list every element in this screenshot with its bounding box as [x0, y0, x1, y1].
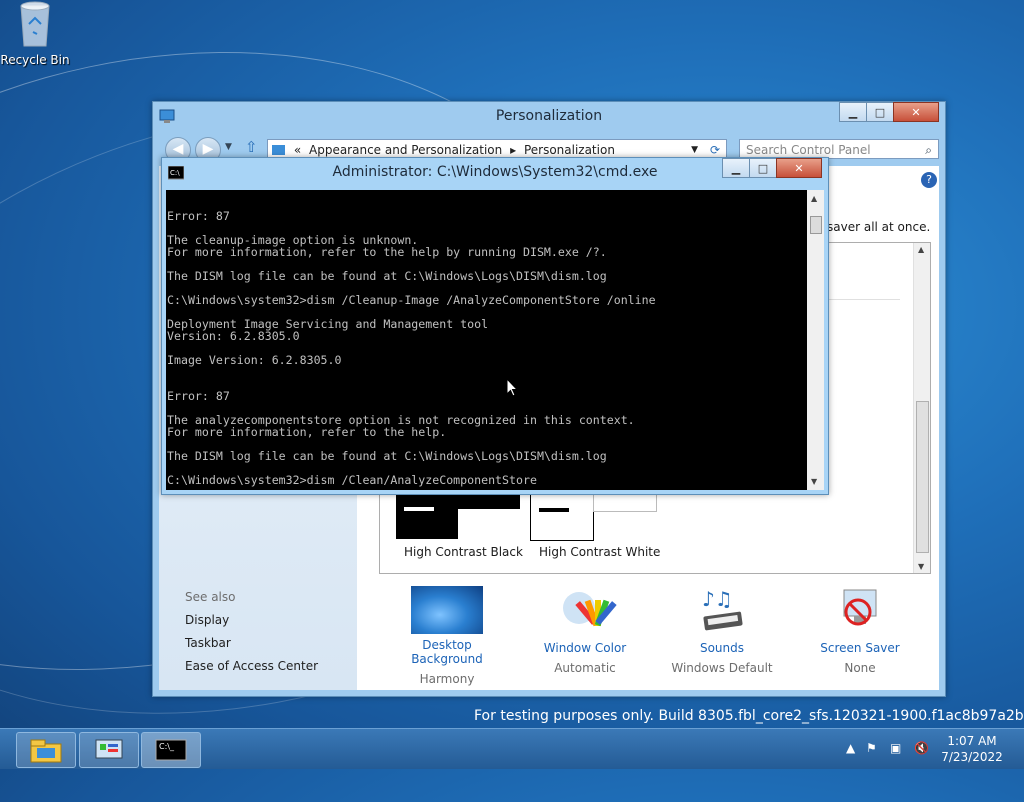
screen-saver-icon	[843, 589, 877, 626]
console-scrollbar-thumb[interactable]	[810, 216, 822, 234]
scroll-up-icon[interactable]: ▲	[918, 245, 924, 254]
maximize-icon: □	[757, 161, 769, 175]
volume-muted-icon[interactable]: 🔇	[914, 741, 929, 755]
sounds-setting[interactable]: ♪♫ Sounds Windows Default	[662, 586, 782, 675]
taskbar: C:\_ ▲ ⚑ ▣ 🔇 1:07 AM 7/23/2022	[0, 728, 1024, 769]
search-control-panel-input[interactable]: Search Control Panel ⌕	[739, 139, 939, 159]
scroll-down-icon[interactable]: ▼	[918, 562, 924, 571]
personalization-title: Personalization	[495, 108, 603, 124]
close-button[interactable]: ✕	[893, 102, 939, 122]
theme-high-contrast-white[interactable]	[530, 493, 657, 541]
cmd-icon: C:\	[168, 166, 184, 180]
mouse-cursor-icon	[506, 378, 518, 397]
see-also-header: See also	[185, 590, 236, 604]
console-scroll-up-icon[interactable]: ▲	[811, 194, 817, 203]
maximize-icon: □	[874, 105, 886, 119]
screen-saver-link[interactable]: Screen Saver	[800, 641, 920, 655]
screen-saver-value: None	[844, 661, 876, 675]
svg-text:♪♫: ♪♫	[702, 587, 733, 611]
action-center-flag-icon[interactable]: ⚑	[866, 741, 877, 755]
window-color-link[interactable]: Window Color	[525, 641, 645, 655]
taskbar-file-explorer-button[interactable]	[16, 732, 76, 768]
minimize-button[interactable]: ▁	[839, 102, 867, 122]
cmd-maximize-button[interactable]: □	[749, 158, 777, 178]
taskbar-cmd-button[interactable]: C:\_	[141, 732, 201, 768]
see-also-display-link[interactable]: Display	[185, 613, 229, 627]
see-also-taskbar-link[interactable]: Taskbar	[185, 636, 231, 650]
color-palette-icon	[563, 592, 617, 627]
recycle-bin-icon	[20, 1, 50, 47]
console-scroll-down-icon[interactable]: ▼	[811, 477, 817, 486]
partial-description-text: saver all at once.	[827, 220, 931, 234]
console-text: Error: 87 The cleanup-image option is un…	[167, 209, 656, 487]
help-icon[interactable]: ?	[921, 172, 937, 188]
taskbar-clock[interactable]: 1:07 AM 7/23/2022	[940, 733, 1004, 765]
recycle-bin-label: Recycle Bin	[0, 53, 70, 67]
themes-scrollbar-thumb[interactable]	[916, 401, 929, 553]
control-panel-icon	[95, 739, 123, 759]
cmd-title: Administrator: C:\Windows\System32\cmd.e…	[332, 164, 658, 180]
cmd-window-controls: ▁ □ ✕	[722, 158, 822, 178]
svg-text:C:\_: C:\_	[159, 742, 175, 751]
clock-time: 1:07 AM	[947, 734, 997, 748]
personalization-title-bar[interactable]: Personalization	[153, 102, 945, 132]
see-also-ease-of-access-link[interactable]: Ease of Access Center	[185, 659, 318, 673]
desktop-background-value: Harmony	[419, 672, 475, 686]
desktop-background-link[interactable]: Desktop Background	[387, 638, 507, 666]
minimize-icon: ▁	[848, 105, 858, 119]
svg-text:C:\: C:\	[170, 169, 180, 177]
close-icon: ✕	[911, 105, 921, 119]
search-placeholder: Search Control Panel	[746, 143, 871, 157]
minimize-icon: ▁	[731, 161, 741, 175]
personalization-window-controls: ▁ □ ✕	[839, 102, 939, 122]
sounds-link[interactable]: Sounds	[662, 641, 782, 655]
desktop-background-setting[interactable]: Desktop Background Harmony	[387, 586, 507, 686]
breadcrumb-separator[interactable]: ▸	[510, 143, 516, 157]
show-hidden-icons-icon[interactable]: ▲	[846, 741, 855, 755]
theme-label-high-contrast-black: High Contrast Black	[404, 545, 523, 559]
screen-saver-setting[interactable]: Screen Saver None	[800, 586, 920, 675]
sounds-icon: ♪♫	[702, 587, 743, 631]
back-arrow-icon: ◀	[172, 141, 184, 157]
desktop-background-icon	[411, 586, 483, 634]
cmd-minimize-button[interactable]: ▁	[722, 158, 750, 178]
file-explorer-icon	[30, 739, 62, 763]
recent-pages-chevron-icon[interactable]: ▼	[225, 142, 232, 152]
breadcrumb-back[interactable]: «	[294, 143, 301, 157]
console-scrollbar[interactable]: ▲ ▼	[807, 190, 824, 490]
cmd-window[interactable]: C:\ Administrator: C:\Windows\System32\c…	[161, 157, 829, 495]
forward-arrow-icon: ▶	[202, 141, 214, 157]
sounds-value: Windows Default	[671, 661, 773, 675]
breadcrumb-appearance[interactable]: Appearance and Personalization	[309, 143, 502, 157]
window-color-value: Automatic	[554, 661, 616, 675]
theme-label-high-contrast-white: High Contrast White	[539, 545, 661, 559]
themes-scrollbar[interactable]: ▲ ▼	[913, 243, 930, 573]
address-folder-icon	[272, 145, 285, 155]
window-color-setting[interactable]: Window Color Automatic	[525, 586, 645, 675]
control-panel-icon	[159, 109, 175, 123]
up-arrow-icon[interactable]: ⇧	[245, 138, 258, 156]
clock-date: 7/23/2022	[941, 750, 1003, 764]
network-icon[interactable]: ▣	[890, 741, 901, 755]
cmd-close-button[interactable]: ✕	[776, 158, 822, 178]
search-icon[interactable]: ⌕	[925, 140, 932, 160]
build-watermark: For testing purposes only. Build 8305.fb…	[474, 708, 1024, 724]
maximize-button[interactable]: □	[866, 102, 894, 122]
cmd-icon: C:\_	[155, 739, 187, 761]
console-output[interactable]: Error: 87 The cleanup-image option is un…	[166, 190, 807, 490]
recycle-bin-desktop-icon[interactable]: Recycle Bin	[0, 0, 70, 67]
taskbar-control-panel-button[interactable]	[79, 732, 139, 768]
close-icon: ✕	[794, 161, 804, 175]
breadcrumb-personalization[interactable]: Personalization	[524, 143, 615, 157]
theme-high-contrast-black[interactable]	[396, 493, 520, 539]
